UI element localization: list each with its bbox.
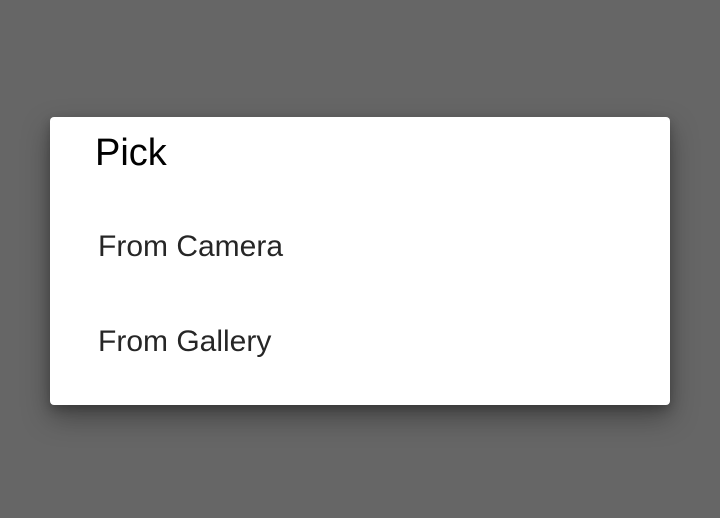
from-gallery-option[interactable]: From Gallery (50, 310, 670, 374)
pick-dialog: Pick From Camera From Gallery (50, 117, 670, 405)
from-camera-option[interactable]: From Camera (50, 215, 670, 279)
dialog-title: Pick (95, 132, 167, 174)
from-camera-label: From Camera (98, 230, 284, 263)
from-gallery-label: From Gallery (98, 325, 272, 358)
